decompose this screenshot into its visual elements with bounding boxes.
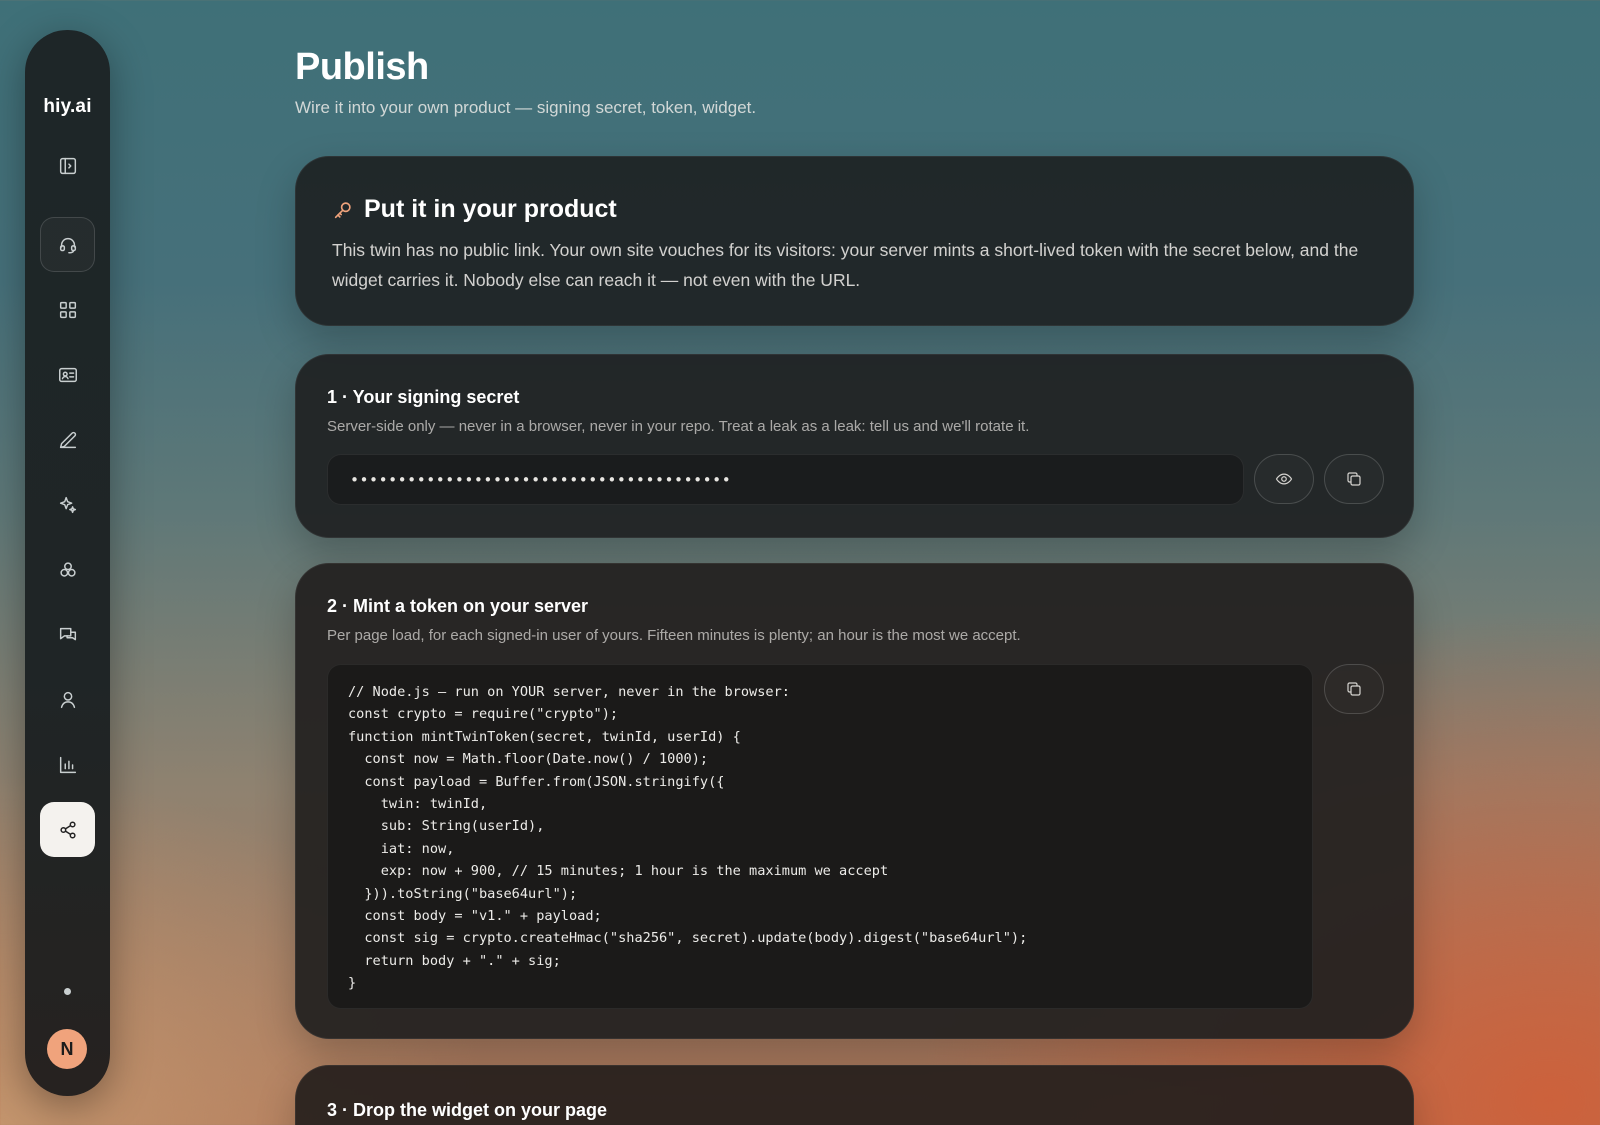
avatar[interactable]: N [47, 1029, 87, 1069]
id-card-icon [58, 367, 77, 382]
grid-icon [59, 301, 76, 318]
key-icon [334, 201, 351, 218]
sidebar-item-edit[interactable] [40, 412, 95, 467]
copy-code-button[interactable] [1324, 664, 1384, 714]
sidebar-item-support[interactable] [40, 217, 95, 272]
step3-title: 3 · Drop the widget on your page [327, 1100, 608, 1120]
reveal-secret-button[interactable] [1254, 454, 1314, 504]
mint-token-card: 2 · Mint a token on your server Per page… [295, 563, 1414, 1039]
share-icon [59, 820, 76, 839]
cluster-icon [59, 561, 76, 577]
intro-card: Put it in your product This twin has no … [295, 156, 1414, 326]
sidebar-item-knowledge[interactable] [40, 542, 95, 597]
intro-title: Put it in your product [364, 195, 617, 223]
sidebar-item-conversations[interactable] [40, 607, 95, 662]
signing-secret-field[interactable]: •••••••••••••••••••••••••••••••••••••••• [327, 454, 1244, 505]
intro-header: Put it in your product [332, 195, 617, 224]
pencil-icon [59, 431, 76, 448]
chat-icon [59, 627, 76, 640]
step1-title: 1 · Your signing secret [327, 387, 520, 407]
code-snippet: // Node.js — run on YOUR server, never i… [348, 684, 1028, 992]
sidebar-item-profile-card[interactable] [40, 347, 95, 402]
bar-chart-icon [59, 756, 76, 773]
sidebar-item-ai[interactable] [40, 477, 95, 532]
step2-description: Per page load, for each signed-in user o… [327, 627, 1021, 644]
code-block[interactable]: // Node.js — run on YOUR server, never i… [327, 664, 1313, 1009]
sidebar-item-dashboard[interactable] [40, 282, 95, 337]
page-title: Publish [295, 46, 429, 88]
page-subtitle: Wire it into your own product — signing … [295, 98, 757, 117]
brand-logo[interactable]: hiy.ai [25, 96, 110, 118]
panel-toggle-icon [59, 157, 76, 174]
step1-description: Server-side only — never in a browser, n… [327, 418, 1030, 435]
sidebar-item-users[interactable] [40, 672, 95, 727]
sidebar-toggle-button[interactable] [40, 138, 95, 193]
copy-icon [1347, 682, 1361, 696]
status-dot [64, 988, 71, 995]
copy-icon [1347, 472, 1361, 486]
headset-icon [59, 237, 76, 254]
user-icon [60, 691, 75, 708]
sparkles-icon [59, 496, 76, 513]
signing-secret-card: 1 · Your signing secret Server-side only… [295, 354, 1414, 538]
step2-title: 2 · Mint a token on your server [327, 596, 589, 616]
widget-card: 3 · Drop the widget on your page [295, 1065, 1414, 1125]
eye-icon [1275, 473, 1293, 485]
sidebar-item-analytics[interactable] [40, 737, 95, 792]
sidebar-item-publish[interactable] [40, 802, 95, 857]
copy-secret-button[interactable] [1324, 454, 1384, 504]
sidebar: hiy.ai N [25, 30, 110, 1096]
intro-body: This twin has no public link. Your own s… [332, 240, 1359, 290]
